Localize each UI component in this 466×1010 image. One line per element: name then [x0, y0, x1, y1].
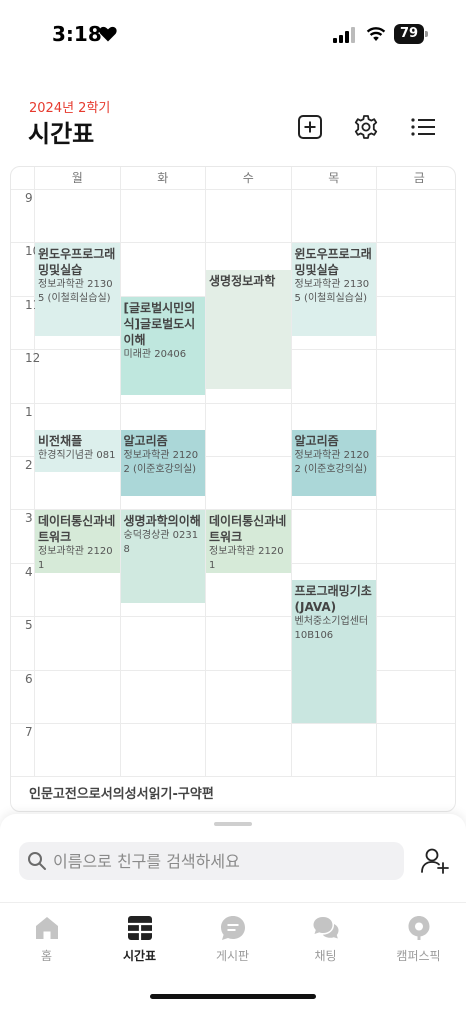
friends-sheet: 홈 시간표 게시판 채팅 캠퍼스픽: [0, 814, 466, 1010]
gear-icon[interactable]: [353, 114, 379, 140]
cellular-signal-icon: [333, 27, 355, 43]
course-name: 윈도우프로그래밍및실습: [294, 247, 372, 278]
hour-label: 1: [25, 404, 33, 419]
course-room: 정보과학관 21202 (이준호강의실): [294, 450, 370, 476]
tab-board-label: 게시판: [215, 949, 250, 963]
course-name: 생명과학의이해: [123, 514, 201, 529]
battery-cap: [425, 31, 428, 37]
grid-hline: [11, 616, 455, 618]
course-name: 알고리즘: [123, 434, 168, 449]
hour-label: 12: [25, 351, 41, 366]
page-title: 시간표: [28, 120, 95, 148]
course-room: 정보과학관 21202 (이준호강의실): [123, 450, 199, 476]
grid-vline: [376, 167, 377, 776]
course-name: 데이터통신과네트워크: [209, 514, 287, 545]
status-time: 3:18: [52, 22, 102, 46]
home-icon: [35, 917, 58, 939]
hour-label: 3: [25, 511, 33, 526]
add-friend-icon[interactable]: [420, 846, 450, 876]
heart-icon: [99, 26, 117, 42]
list-icon[interactable]: [410, 114, 436, 140]
course-block[interactable]: 윈도우프로그래밍및실습 정보과학관 21305 (이철희실습실): [35, 243, 120, 336]
course-name: 생명정보과학: [209, 274, 276, 289]
grid-hline: [11, 189, 455, 190]
course-room: 한경직기념관 081: [38, 450, 116, 462]
course-room: 정보과학관 21305 (이철희실습실): [294, 279, 370, 305]
tab-home[interactable]: 홈: [0, 914, 93, 970]
tabbar-divider: [0, 902, 466, 903]
course-block[interactable]: 생명정보과학: [206, 270, 291, 390]
course-name: 프로그래밍기초(JAVA): [294, 583, 372, 614]
friend-search-input[interactable]: [53, 842, 393, 880]
day-header: 목: [290, 167, 377, 189]
hour-label: 2: [25, 458, 33, 472]
day-header: 수: [205, 167, 291, 189]
course-name: 비전채플: [38, 434, 83, 449]
wifi-icon: [366, 27, 386, 41]
course-block[interactable]: 프로그래밍기초(JAVA) 벤처중소기업센터 10B106: [291, 579, 376, 723]
campuspick-icon: [408, 916, 429, 940]
grid-hline: [11, 402, 455, 404]
course-block[interactable]: 윈도우프로그래밍및실습 정보과학관 21305 (이철희실습실): [291, 243, 376, 336]
hour-label: 7: [25, 725, 33, 739]
tab-timetable-label: 시간표: [122, 949, 157, 963]
course-room: 정보과학관 21201: [209, 546, 284, 572]
course-block[interactable]: 알고리즘 정보과학관 21202 (이준호강의실): [291, 430, 376, 497]
course-name: 알고리즘: [294, 434, 339, 449]
tab-board[interactable]: 게시판: [186, 914, 279, 970]
course-name: [글로벌시민의식]글로벌도시이해: [123, 300, 196, 347]
course-room: 벤처중소기업센터 10B106: [294, 615, 369, 641]
tab-chat[interactable]: 채팅: [279, 914, 372, 970]
tab-home-label: 홈: [40, 949, 53, 963]
course-block[interactable]: 비전채플 한경직기념관 081: [35, 430, 120, 473]
day-header: 화: [119, 167, 206, 189]
hour-label: 9: [25, 191, 33, 205]
grid-hline: [11, 669, 455, 671]
home-indicator: [150, 994, 316, 999]
timetable-icon: [127, 916, 152, 940]
course-room: 미래관 20406: [123, 348, 187, 360]
day-header: 월: [34, 167, 120, 189]
battery-level: 79: [394, 24, 424, 44]
sheet-grabber[interactable]: [214, 822, 252, 826]
tab-timetable[interactable]: 시간표: [93, 914, 186, 970]
chat-icon: [313, 917, 338, 939]
hour-label: 6: [25, 671, 33, 686]
timetable-grid: 인문고전으로서의성서읽기-구약편 월 화 수 목 금 9 10 11 12 1 2 3 4 5 6 7 윈도우프…: [10, 166, 456, 812]
board-icon: [220, 916, 245, 940]
course-block[interactable]: [글로벌시민의식]글로벌도시이해 미래관 20406: [120, 296, 205, 395]
grid-hline: [11, 723, 455, 724]
course-room: 숭덕경상관 02318: [123, 530, 199, 556]
search-icon: [28, 852, 46, 870]
tab-campuspick[interactable]: 캠퍼스픽: [372, 914, 465, 970]
add-course-icon[interactable]: [297, 114, 323, 140]
course-room: 정보과학관 21201: [38, 546, 113, 572]
hour-label: 5: [25, 618, 33, 633]
course-block[interactable]: 알고리즘 정보과학관 21202 (이준호강의실): [120, 430, 205, 497]
friend-search-box[interactable]: [19, 842, 404, 880]
hour-label: 4: [25, 564, 33, 579]
course-name: 데이터통신과네트워크: [38, 514, 116, 545]
tab-campuspick-label: 캠퍼스픽: [396, 949, 441, 963]
extra-course-row[interactable]: 인문고전으로서의성서읽기-구약편: [11, 776, 455, 811]
course-block[interactable]: 데이터통신과네트워크 정보과학관 21201: [206, 510, 291, 574]
grid-hline: [11, 776, 455, 778]
status-bar: 3:18 79: [0, 0, 466, 66]
grid-vline: [205, 167, 206, 776]
tab-chat-label: 채팅: [314, 949, 337, 963]
course-block[interactable]: 데이터통신과네트워크 정보과학관 21201: [35, 510, 120, 574]
course-name: 윈도우프로그래밍및실습: [38, 247, 116, 278]
battery-indicator: 79: [394, 24, 428, 44]
course-room: 정보과학관 21305 (이철희실습실): [38, 279, 113, 305]
course-block[interactable]: 생명과학의이해 숭덕경상관 02318: [120, 510, 205, 603]
day-header: 금: [376, 167, 455, 189]
